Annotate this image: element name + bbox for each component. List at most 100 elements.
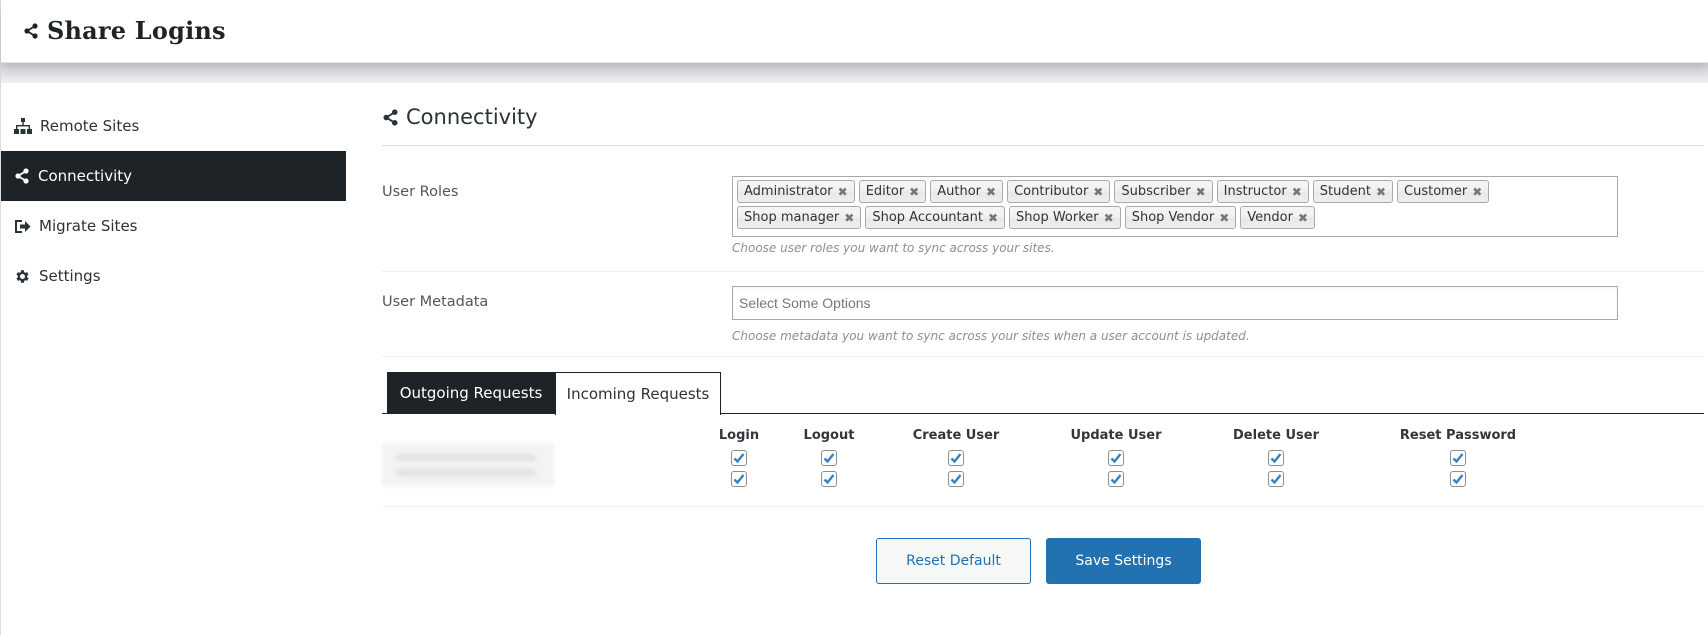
sidebar-item-remote-sites[interactable]: Remote Sites [1,101,346,151]
checkmark-icon [823,453,835,464]
permission-checkbox[interactable] [1268,450,1284,466]
remove-role-icon[interactable]: ✖ [1219,211,1229,225]
remove-role-icon[interactable]: ✖ [988,211,998,225]
remove-role-icon[interactable]: ✖ [986,185,996,199]
checkmark-icon [1270,453,1282,464]
permission-checkbox[interactable] [731,450,747,466]
checkmark-icon [733,474,745,485]
sidebar: Remote Sites Connectivity Migrate Sites … [1,101,346,301]
sidebar-item-migrate-sites[interactable]: Migrate Sites [1,201,346,251]
role-chip: Shop Vendor ✖ [1124,206,1237,229]
permission-checkbox[interactable] [1108,471,1124,487]
user-metadata-row: User Metadata Select Some Options Choose… [382,272,1704,357]
role-chip: Author ✖ [930,180,1004,203]
sidebar-item-connectivity[interactable]: Connectivity [1,151,346,201]
remove-role-icon[interactable]: ✖ [1298,211,1308,225]
sidebar-item-label: Settings [39,267,101,285]
role-chip-label: Instructor [1223,184,1287,199]
role-chip: Student ✖ [1312,180,1394,203]
role-chip-label: Shop Worker [1016,210,1099,225]
permission-checkbox[interactable] [731,471,747,487]
role-chip-label: Shop manager [744,210,840,225]
main-content: Connectivity User Roles Administrator ✖ Ed… [382,100,1704,584]
permission-column-header: Reset Password [1399,428,1517,443]
role-chip: Shop Accountant ✖ [865,206,1006,229]
remove-role-icon[interactable]: ✖ [1292,185,1302,199]
gear-icon [14,268,31,285]
permission-column-header: Update User [1070,428,1162,443]
checkmark-icon [823,474,835,485]
page: Share Logins Remote Sites Connectivity M… [0,0,1708,635]
role-chip: Subscriber ✖ [1114,180,1213,203]
user-roles-row: User Roles Administrator ✖ Editor ✖ Author ✖ C… [382,146,1704,272]
role-chip-label: Editor [865,184,905,199]
role-chip-label: Contributor [1014,184,1089,199]
remove-role-icon[interactable]: ✖ [844,211,854,225]
permission-checkbox[interactable] [948,471,964,487]
checkmark-icon [733,453,745,464]
permission-checkbox[interactable] [1450,450,1466,466]
page-title: Connectivity [406,105,538,129]
role-chip-label: Vendor [1247,210,1293,225]
remove-role-icon[interactable]: ✖ [1376,185,1386,199]
role-chip: Administrator ✖ [737,180,855,203]
app-header: Share Logins [1,0,1708,63]
share-icon [23,22,39,39]
role-chip: Vendor ✖ [1240,206,1316,229]
permission-checkbox[interactable] [948,450,964,466]
sidebar-item-settings[interactable]: Settings [1,251,346,301]
permission-column-header: Logout [803,428,855,443]
role-chip-label: Shop Accountant [872,210,983,225]
header-shadow [1,63,1708,83]
remove-role-icon[interactable]: ✖ [1093,185,1103,199]
role-chip: Shop manager ✖ [737,206,862,229]
remove-role-icon[interactable]: ✖ [838,185,848,199]
permission-checkbox[interactable] [1450,471,1466,487]
permission-checkbox[interactable] [821,450,837,466]
share-icon [382,108,399,126]
checkmark-icon [1110,474,1122,485]
user-roles-label: User Roles [382,184,459,200]
permission-checkbox[interactable] [821,471,837,487]
role-chip-label: Subscriber [1121,184,1191,199]
role-chip: Contributor ✖ [1007,180,1111,203]
tab-outgoing-requests[interactable]: Outgoing Requests [387,372,555,414]
sidebar-item-label: Migrate Sites [39,217,138,235]
checkmark-icon [950,453,962,464]
user-metadata-select[interactable]: Select Some Options [732,286,1618,320]
permission-column-header: Create User [912,428,1000,443]
role-chip-label: Customer [1404,184,1468,199]
app-title: Share Logins [47,16,226,45]
user-roles-hint: Choose user roles you want to sync acros… [732,241,1055,255]
share-icon [14,168,30,184]
role-chip: Instructor ✖ [1216,180,1309,203]
role-chip: Editor ✖ [858,180,927,203]
remove-role-icon[interactable]: ✖ [1472,185,1482,199]
form-actions: Reset Default Save Settings [876,538,1201,584]
remove-role-icon[interactable]: ✖ [1104,211,1114,225]
sign-out-icon [14,219,31,234]
role-chip-label: Administrator [744,184,833,199]
permission-checkbox[interactable] [1108,450,1124,466]
permissions-table: Login Logout Create User Update User Delete … [382,414,1704,507]
role-chip: Customer ✖ [1397,180,1490,203]
checkmark-icon [950,474,962,485]
sidebar-item-label: Connectivity [38,167,132,185]
checkmark-icon [1452,453,1464,464]
user-roles-select[interactable]: Administrator ✖ Editor ✖ Author ✖ Contributor ✖… [732,176,1618,237]
save-settings-button[interactable]: Save Settings [1046,538,1201,584]
sitemap-icon [14,118,32,134]
role-chip-label: Shop Vendor [1131,210,1215,225]
request-tabs: Outgoing Requests Incoming Requests [382,372,1704,415]
site-names-redacted [382,443,554,486]
user-metadata-placeholder: Select Some Options [739,295,871,311]
reset-default-button[interactable]: Reset Default [876,538,1031,584]
checkmark-icon [1110,453,1122,464]
tab-incoming-requests[interactable]: Incoming Requests [555,372,721,415]
remove-role-icon[interactable]: ✖ [909,185,919,199]
remove-role-icon[interactable]: ✖ [1196,185,1206,199]
permission-column-header: Delete User [1233,428,1319,443]
checkmark-icon [1452,474,1464,485]
role-chip: Shop Worker ✖ [1009,206,1121,229]
permission-checkbox[interactable] [1268,471,1284,487]
